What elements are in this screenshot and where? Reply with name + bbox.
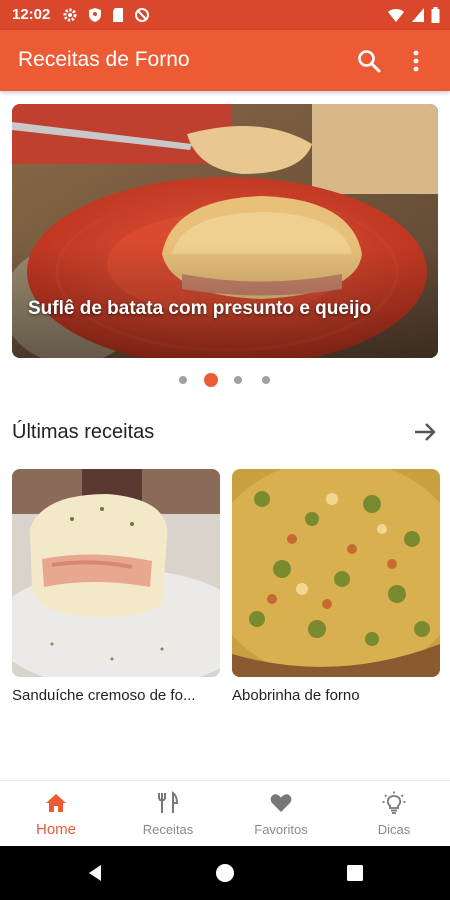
- recipe-thumbnail: [12, 469, 220, 677]
- recipe-card[interactable]: Sanduíche cremoso de fo...: [12, 469, 220, 704]
- nav-item-favoritos[interactable]: Favoritos: [225, 781, 337, 847]
- heart-icon: [270, 794, 292, 812]
- recipe-card[interactable]: Abobrinha de forno: [232, 469, 440, 704]
- nav-item-dicas[interactable]: Dicas: [338, 781, 450, 847]
- nav-item-home[interactable]: Home: [0, 781, 112, 847]
- status-time: 12:02: [12, 6, 51, 23]
- recipe-card-title: Abobrinha de forno: [232, 687, 360, 704]
- search-icon[interactable]: [356, 48, 382, 74]
- nav-label: Dicas: [377, 822, 411, 837]
- app-title: Receitas de Forno: [18, 48, 190, 71]
- status-bar: 12:02: [0, 0, 450, 30]
- latest-recipes-heading: Últimas receitas: [12, 421, 155, 443]
- recipe-thumbnail: [232, 469, 440, 677]
- app-bar: Receitas de Forno: [0, 30, 450, 91]
- shield-icon: [89, 8, 101, 22]
- carousel-dot[interactable]: [179, 376, 187, 384]
- recents-icon[interactable]: [346, 864, 364, 882]
- more-vert-icon[interactable]: [404, 48, 428, 74]
- no-disturb-icon: [135, 8, 149, 22]
- home-circle-icon[interactable]: [215, 863, 235, 883]
- carousel-indicator: [0, 372, 450, 388]
- bottom-navigation: Home Receitas Favoritos Dicas: [0, 780, 450, 847]
- arrow-right-icon[interactable]: [412, 419, 438, 445]
- system-navigation-bar: [0, 846, 450, 900]
- home-icon: [46, 794, 66, 812]
- carousel-dot[interactable]: [234, 376, 242, 384]
- nav-label: Home: [35, 821, 76, 838]
- recipe-card-title: Sanduíche cremoso de fo...: [12, 687, 196, 704]
- carousel-dot[interactable]: [262, 376, 270, 384]
- nav-item-receitas[interactable]: Receitas: [112, 781, 224, 847]
- battery-icon: [431, 7, 440, 23]
- nav-label: Favoritos: [254, 822, 308, 837]
- fork-knife-icon: [158, 791, 179, 813]
- sd-card-icon: [113, 8, 123, 22]
- back-icon[interactable]: [85, 863, 105, 883]
- nav-label: Receitas: [142, 822, 194, 837]
- lightbulb-icon: [382, 791, 406, 814]
- wifi-icon: [388, 9, 404, 22]
- featured-recipe-title: Suflê de batata com presunto e queijo: [28, 298, 372, 319]
- carousel-dot-active[interactable]: [204, 373, 218, 387]
- signal-icon: [412, 8, 424, 22]
- settings-icon: [63, 8, 77, 22]
- featured-recipe-carousel[interactable]: Suflê de batata com presunto e queijo: [12, 104, 438, 358]
